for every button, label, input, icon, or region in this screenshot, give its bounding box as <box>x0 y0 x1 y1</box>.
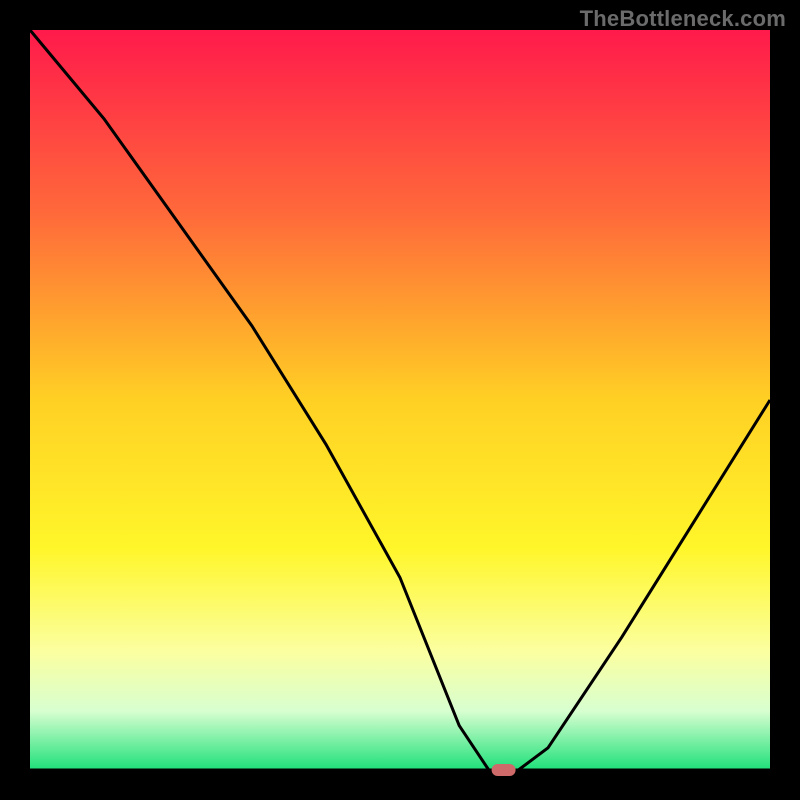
chart-container: TheBottleneck.com <box>0 0 800 800</box>
bottleneck-chart <box>0 0 800 800</box>
watermark-text: TheBottleneck.com <box>580 6 786 32</box>
optimal-marker <box>492 764 516 776</box>
gradient-background <box>30 30 770 770</box>
